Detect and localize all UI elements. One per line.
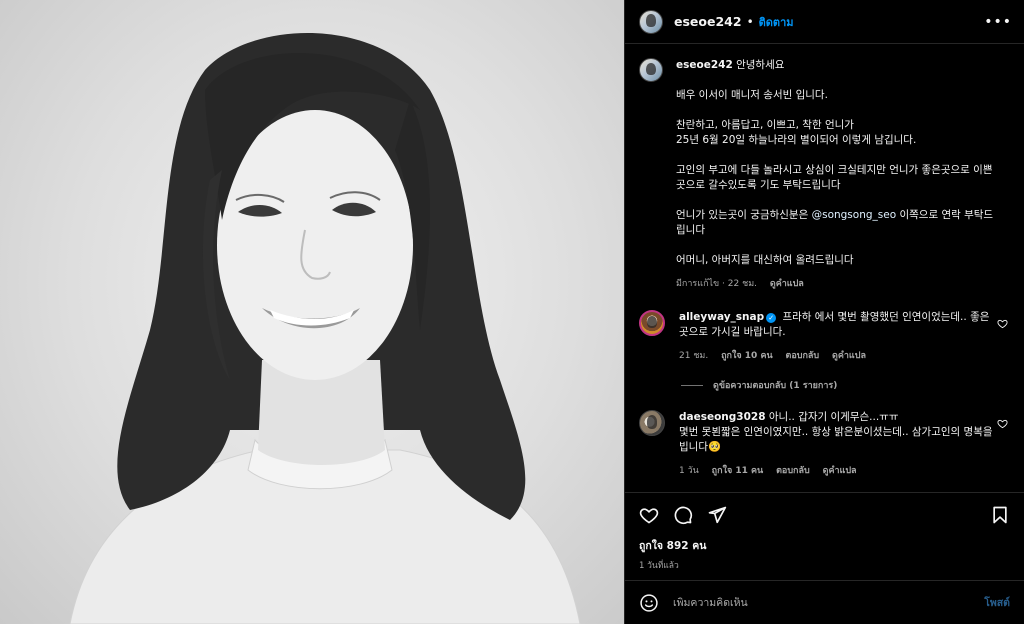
comment-meta: 21 ชม. ถูกใจ 10 คน ตอบกลับ ดูคำแปล xyxy=(679,349,997,364)
comment-composer: โพสต์ xyxy=(625,580,1024,624)
comment-input[interactable] xyxy=(673,596,985,609)
comment-icon[interactable] xyxy=(673,505,693,525)
comment-likes[interactable]: ถูกใจ 10 คน xyxy=(721,351,773,361)
bookmark-icon[interactable] xyxy=(990,505,1010,525)
comment-item: alleyway_snap ✓ 프라하 에서 몇번 촬영했던 인연이었는데.. 좋… xyxy=(639,310,1010,364)
comment-time: 1 วัน xyxy=(679,466,699,476)
view-replies-button[interactable]: ดูข้อความตอบกลับ (1 รายการ) xyxy=(681,378,1010,392)
replies-line xyxy=(681,384,703,386)
heart-icon[interactable] xyxy=(639,505,659,525)
post-comment-button[interactable]: โพสต์ xyxy=(984,594,1010,611)
comment-meta: 1 วัน ถูกใจ 11 คน ตอบกลับ ดูคำแปล xyxy=(679,464,997,479)
caption-line-5: 어머니, 아버지를 대신하여 올려드립니다 xyxy=(676,254,854,266)
view-replies-label: ดูข้อความตอบกลับ (1 รายการ) xyxy=(713,381,838,391)
caption-author-avatar[interactable] xyxy=(639,58,663,82)
likes-count[interactable]: ถูกใจ 892 คน xyxy=(639,537,1010,554)
post-modal: eseoe242 • ติดตาม ••• eseoe242 안녕하세요 배우 … xyxy=(0,0,1024,624)
caption: eseoe242 안녕하세요 배우 이서이 매니저 송서빈 입니다. 찬란하고,… xyxy=(639,58,1010,292)
send-icon[interactable] xyxy=(707,505,727,525)
post-photo[interactable] xyxy=(0,0,624,624)
verified-badge-icon: ✓ xyxy=(766,313,777,323)
emoji-icon[interactable] xyxy=(639,593,659,613)
caption-translate-link[interactable]: ดูคำแปล xyxy=(770,279,804,289)
comment-reply-button[interactable]: ตอบกลับ xyxy=(776,466,810,476)
caption-line-1: 배우 이서이 매니저 송서빈 입니다. xyxy=(676,89,828,101)
caption-username[interactable]: eseoe242 xyxy=(676,59,733,71)
comment-translate-link[interactable]: ดูคำแปล xyxy=(823,466,857,476)
follow-button[interactable]: ติดตาม xyxy=(759,13,794,31)
more-options-icon[interactable]: ••• xyxy=(984,14,1012,30)
post-date: 1 วันที่แล้ว xyxy=(639,561,679,571)
author-avatar[interactable] xyxy=(639,9,663,34)
comment-reply-button[interactable]: ตอบกลับ xyxy=(786,351,820,361)
author-username[interactable]: eseoe242 xyxy=(674,14,742,29)
comments-scroll-area[interactable]: eseoe242 안녕하세요 배우 이서이 매니저 송서빈 입니다. 찬란하고,… xyxy=(625,44,1024,492)
comment-item: daeseong3028 아니.. 갑자기 이게무슨...ㅠㅠ 몇번 못뵌짧은 … xyxy=(639,410,1010,479)
commenter-avatar[interactable] xyxy=(639,310,665,336)
mention-link[interactable]: @songsong_seo xyxy=(812,209,897,221)
comment-username[interactable]: daeseong3028 xyxy=(679,411,766,423)
post-header: eseoe242 • ติดตาม ••• xyxy=(625,0,1024,44)
comment-time: 21 ชม. xyxy=(679,351,709,361)
caption-meta: มีการแก้ไข · 22 ชม. ดูคำแปล xyxy=(676,277,996,292)
comment-like-heart-icon[interactable] xyxy=(997,418,1008,429)
comment-like-heart-icon[interactable] xyxy=(997,318,1008,329)
portrait-image xyxy=(69,32,581,624)
caption-line-4: 언니가 있는곳이 궁금하신분은 @songsong_seo 이쪽으로 연락 부탁… xyxy=(676,208,996,238)
caption-greeting: 안녕하세요 xyxy=(736,59,785,71)
caption-line-2: 찬란하고, 아름답고, 이쁘고, 착한 언니가 25년 6월 20일 하늘나라의… xyxy=(676,119,917,146)
commenter-avatar[interactable] xyxy=(639,410,665,436)
action-icons-row xyxy=(639,503,1010,527)
comment-username[interactable]: alleyway_snap xyxy=(679,311,764,323)
post-actions: ถูกใจ 892 คน 1 วันที่แล้ว xyxy=(625,492,1024,580)
separator-dot: • xyxy=(746,14,754,29)
post-side-panel: eseoe242 • ติดตาม ••• eseoe242 안녕하세요 배우 … xyxy=(624,0,1024,624)
caption-mention-pre: 언니가 있는곳이 궁금하신분은 xyxy=(676,209,812,221)
caption-edited-time: มีการแก้ไข · 22 ชม. xyxy=(676,279,757,289)
caption-line-3: 고인의 부고에 다들 놀라시고 상심이 크실테지만 언니가 좋은곳으로 이쁜곳으… xyxy=(676,164,993,191)
comment-translate-link[interactable]: ดูคำแปล xyxy=(832,351,866,361)
comment-likes[interactable]: ถูกใจ 11 คน xyxy=(712,466,764,476)
